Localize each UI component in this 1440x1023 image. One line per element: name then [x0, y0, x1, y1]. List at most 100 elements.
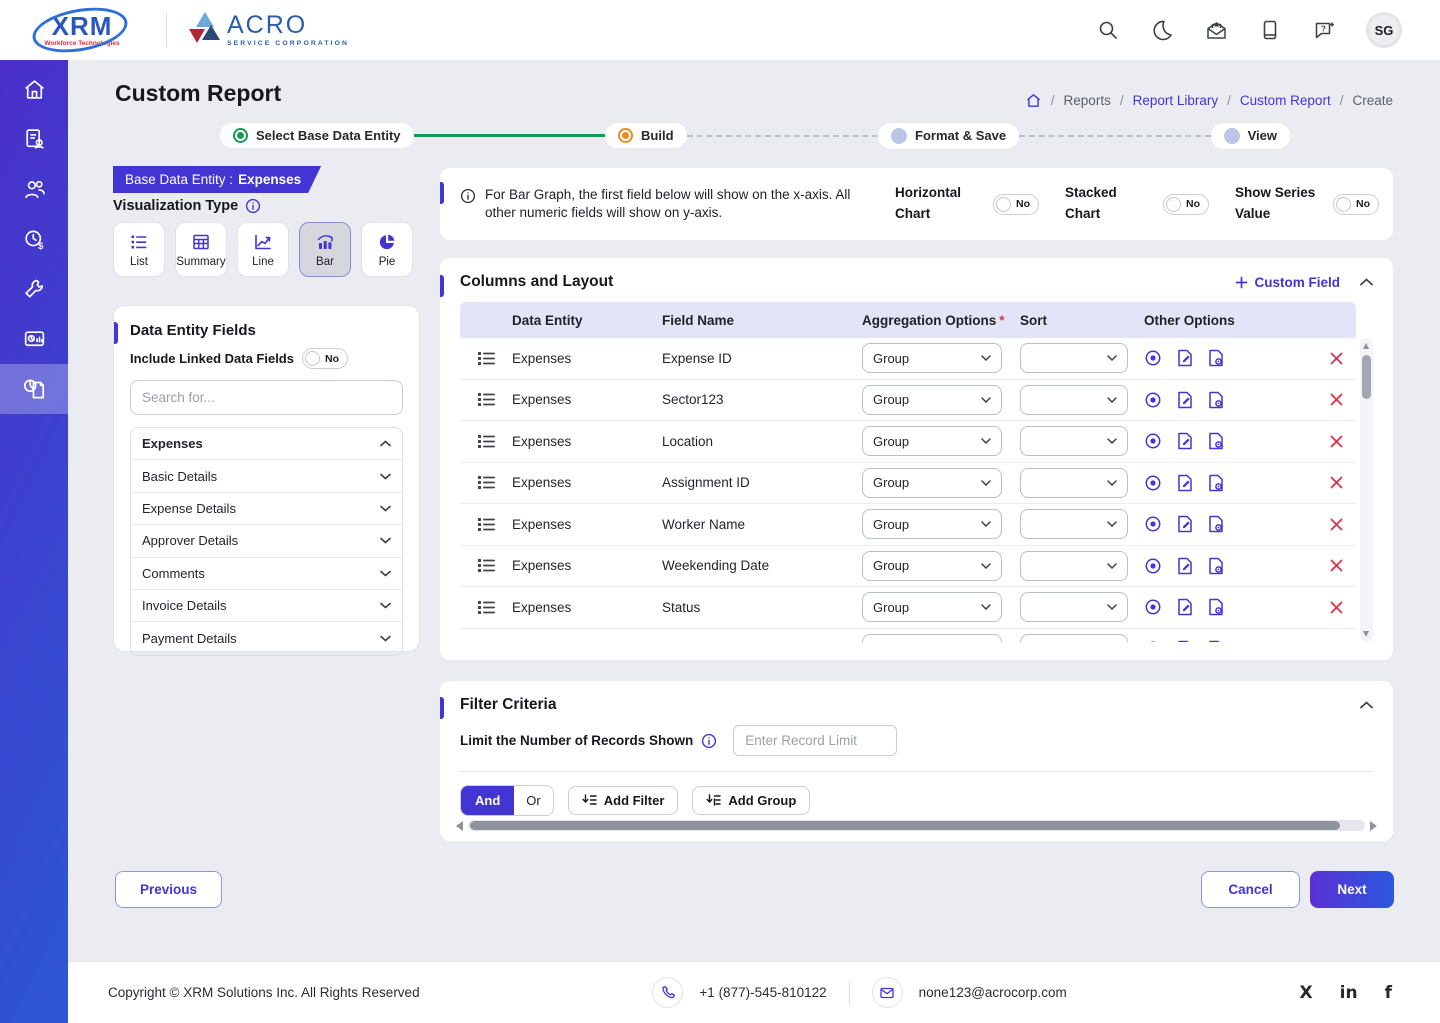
sidebar-item-requisitions[interactable]: [0, 114, 68, 164]
drag-handle-icon[interactable]: [460, 600, 506, 615]
acro-logo[interactable]: ACRO SERVICE CORPORATION: [189, 12, 349, 48]
add-filter-button[interactable]: Add Filter: [568, 786, 679, 815]
and-button[interactable]: And: [461, 786, 514, 815]
drag-handle-icon[interactable]: [460, 517, 506, 532]
file-settings-icon[interactable]: [1208, 349, 1224, 367]
breadcrumb-item-reports[interactable]: Reports: [1064, 93, 1111, 108]
aggregation-select[interactable]: Group: [862, 634, 1002, 642]
table-vertical-scrollbar[interactable]: [1360, 338, 1373, 642]
fields-item-expense-details[interactable]: Expense Details: [131, 493, 402, 525]
sort-select[interactable]: [1020, 343, 1128, 373]
step-select-base-data-entity[interactable]: Select Base Data Entity: [220, 123, 414, 148]
sort-select[interactable]: [1020, 509, 1128, 539]
fields-group-expenses[interactable]: Expenses: [131, 428, 402, 460]
delete-row-icon[interactable]: [1310, 601, 1356, 614]
edit-file-icon[interactable]: [1177, 474, 1193, 492]
x-icon[interactable]: X: [1300, 983, 1313, 1003]
visibility-icon[interactable]: [1144, 349, 1162, 367]
delete-row-icon[interactable]: [1310, 476, 1356, 489]
collapse-filter-section-button[interactable]: [1360, 701, 1373, 709]
sort-select[interactable]: [1020, 426, 1128, 456]
viz-option-bar-selected[interactable]: Bar: [299, 222, 351, 277]
or-button[interactable]: Or: [514, 786, 552, 815]
sidebar-item-time-expense[interactable]: $: [0, 214, 68, 264]
info-icon[interactable]: [701, 733, 717, 749]
drag-handle-icon[interactable]: [460, 475, 506, 490]
visibility-icon[interactable]: [1144, 432, 1162, 450]
aggregation-select[interactable]: Group: [862, 551, 1002, 581]
xrm-logo[interactable]: XRM Workforce Technologies: [28, 5, 136, 55]
scroll-right-arrow[interactable]: [1370, 821, 1377, 831]
step-build[interactable]: Build: [605, 123, 687, 148]
add-group-button[interactable]: Add Group: [692, 786, 810, 815]
delete-row-icon[interactable]: [1310, 352, 1356, 365]
aggregation-select[interactable]: Group: [862, 385, 1002, 415]
viz-option-summary[interactable]: Summary: [175, 222, 227, 277]
aggregation-select[interactable]: Group: [862, 426, 1002, 456]
aggregation-select[interactable]: Group: [862, 509, 1002, 539]
add-custom-field-button[interactable]: Custom Field: [1235, 275, 1340, 290]
visibility-icon[interactable]: [1144, 640, 1162, 642]
breadcrumb-home-icon[interactable]: [1025, 92, 1042, 109]
edit-file-icon[interactable]: [1177, 432, 1193, 450]
step-format-save[interactable]: Format & Save: [878, 123, 1019, 149]
filter-horizontal-scrollbar[interactable]: [456, 819, 1377, 832]
edit-file-icon[interactable]: [1177, 515, 1193, 533]
viz-option-list[interactable]: List: [113, 222, 165, 277]
sort-select[interactable]: [1020, 551, 1128, 581]
aggregation-select[interactable]: Group: [862, 343, 1002, 373]
footer-phone[interactable]: +1 (877)-545-810122: [699, 985, 826, 1000]
dark-mode-icon[interactable]: [1150, 18, 1174, 42]
scroll-left-arrow[interactable]: [456, 821, 463, 831]
linkedin-icon[interactable]: in: [1340, 983, 1358, 1003]
step-view[interactable]: View: [1211, 123, 1290, 149]
edit-file-icon[interactable]: [1177, 640, 1193, 642]
file-settings-icon[interactable]: [1208, 432, 1224, 450]
drag-handle-icon[interactable]: [460, 392, 506, 407]
record-limit-input[interactable]: [733, 725, 897, 756]
previous-button[interactable]: Previous: [115, 871, 222, 908]
scroll-down-arrow[interactable]: [1363, 631, 1369, 637]
fields-item-payment-details[interactable]: Payment Details: [131, 622, 402, 654]
sidebar-item-reports[interactable]: [0, 364, 68, 414]
user-avatar[interactable]: SG: [1366, 12, 1402, 48]
breadcrumb-item-report-library[interactable]: Report Library: [1133, 93, 1219, 108]
delete-row-icon[interactable]: [1310, 435, 1356, 448]
aggregation-select[interactable]: Group: [862, 592, 1002, 622]
sort-select[interactable]: [1020, 634, 1128, 642]
drag-handle-icon[interactable]: [460, 434, 506, 449]
cancel-button[interactable]: Cancel: [1201, 871, 1300, 908]
file-settings-icon[interactable]: [1208, 474, 1224, 492]
file-settings-icon[interactable]: [1208, 598, 1224, 616]
scrollbar-track[interactable]: [468, 820, 1365, 831]
help-chat-icon[interactable]: ?: [1312, 18, 1336, 42]
aggregation-select[interactable]: Group: [862, 468, 1002, 498]
fields-search-input[interactable]: [130, 380, 403, 415]
sort-select[interactable]: [1020, 592, 1128, 622]
facebook-icon[interactable]: f: [1385, 983, 1392, 1003]
collapse-columns-section-button[interactable]: [1360, 278, 1373, 286]
info-icon[interactable]: [245, 198, 261, 214]
stacked-chart-toggle[interactable]: No: [1163, 194, 1209, 215]
viz-option-line[interactable]: Line: [237, 222, 289, 277]
visibility-icon[interactable]: [1144, 557, 1162, 575]
drag-handle-icon[interactable]: [460, 351, 506, 366]
edit-file-icon[interactable]: [1177, 349, 1193, 367]
edit-file-icon[interactable]: [1177, 598, 1193, 616]
include-linked-fields-toggle[interactable]: No: [302, 348, 348, 369]
search-icon[interactable]: [1096, 18, 1120, 42]
delete-row-icon[interactable]: [1310, 393, 1356, 406]
edit-file-icon[interactable]: [1177, 391, 1193, 409]
fields-item-comments[interactable]: Comments: [131, 558, 402, 590]
edit-file-icon[interactable]: [1177, 557, 1193, 575]
sort-select[interactable]: [1020, 385, 1128, 415]
file-settings-icon[interactable]: [1208, 640, 1224, 642]
show-series-value-toggle[interactable]: No: [1333, 194, 1379, 215]
file-settings-icon[interactable]: [1208, 391, 1224, 409]
viz-option-pie[interactable]: Pie: [361, 222, 413, 277]
delete-row-icon[interactable]: [1310, 559, 1356, 572]
sidebar-item-workers[interactable]: [0, 164, 68, 214]
footer-email[interactable]: none123@acrocorp.com: [919, 985, 1067, 1000]
sidebar-item-dashboard[interactable]: [0, 314, 68, 364]
visibility-icon[interactable]: [1144, 391, 1162, 409]
